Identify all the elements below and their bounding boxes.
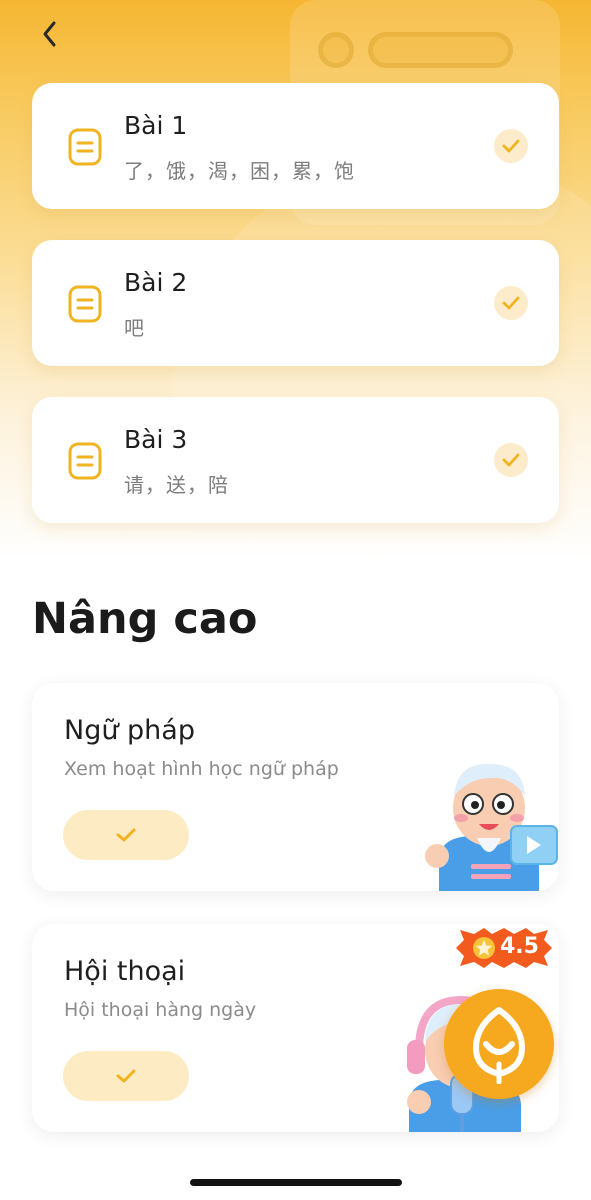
check-icon [116,828,136,842]
grammar-check-button[interactable] [63,810,189,860]
conversation-check-button[interactable] [63,1051,189,1101]
deco-dot [318,32,354,68]
lesson-subtitle: 吧 [124,316,145,340]
deco-pill [368,32,513,68]
check-icon [502,296,520,310]
lesson-doc-icon [68,285,102,323]
lesson-doc-icon [68,442,102,480]
lesson-subtitle: 了，饿，渴，困，累，饱 [124,159,355,183]
rating-badge: 4.5 [452,926,556,970]
lesson-title: Bài 1 [124,111,188,140]
app-assistant-button[interactable] [444,989,554,1099]
lesson-title: Bài 3 [124,425,188,454]
check-icon [502,453,520,467]
lesson-card-1[interactable]: Bài 1 了，饿，渴，困，累，饱 [32,83,559,209]
lesson-card-3[interactable]: Bài 3 请，送，陪 [32,397,559,523]
feature-title: Ngữ pháp [64,715,195,746]
lesson-subtitle: 请，送，陪 [124,473,229,497]
grandpa-video-mascot [425,763,558,891]
home-indicator[interactable] [190,1179,402,1186]
check-icon [502,139,520,153]
feature-subtitle: Hội thoại hàng ngày [64,999,257,1021]
lesson-status-check [494,129,528,163]
rating-value: 4.5 [500,934,539,959]
check-icon [116,1069,136,1083]
lesson-card-2[interactable]: Bài 2 吧 [32,240,559,366]
lesson-status-check [494,443,528,477]
grammar-card[interactable]: Ngữ pháp Xem hoạt hình học ngữ pháp [32,683,559,891]
feature-subtitle: Xem hoạt hình học ngữ pháp [64,758,339,780]
app-logo-icon [473,1007,525,1084]
feature-title: Hội thoại [64,956,186,987]
section-title: Nâng cao [32,594,258,644]
lesson-status-check [494,286,528,320]
back-button[interactable] [30,14,70,54]
lesson-title: Bài 2 [124,268,188,297]
chevron-left-icon [43,21,56,47]
lesson-doc-icon [68,128,102,166]
